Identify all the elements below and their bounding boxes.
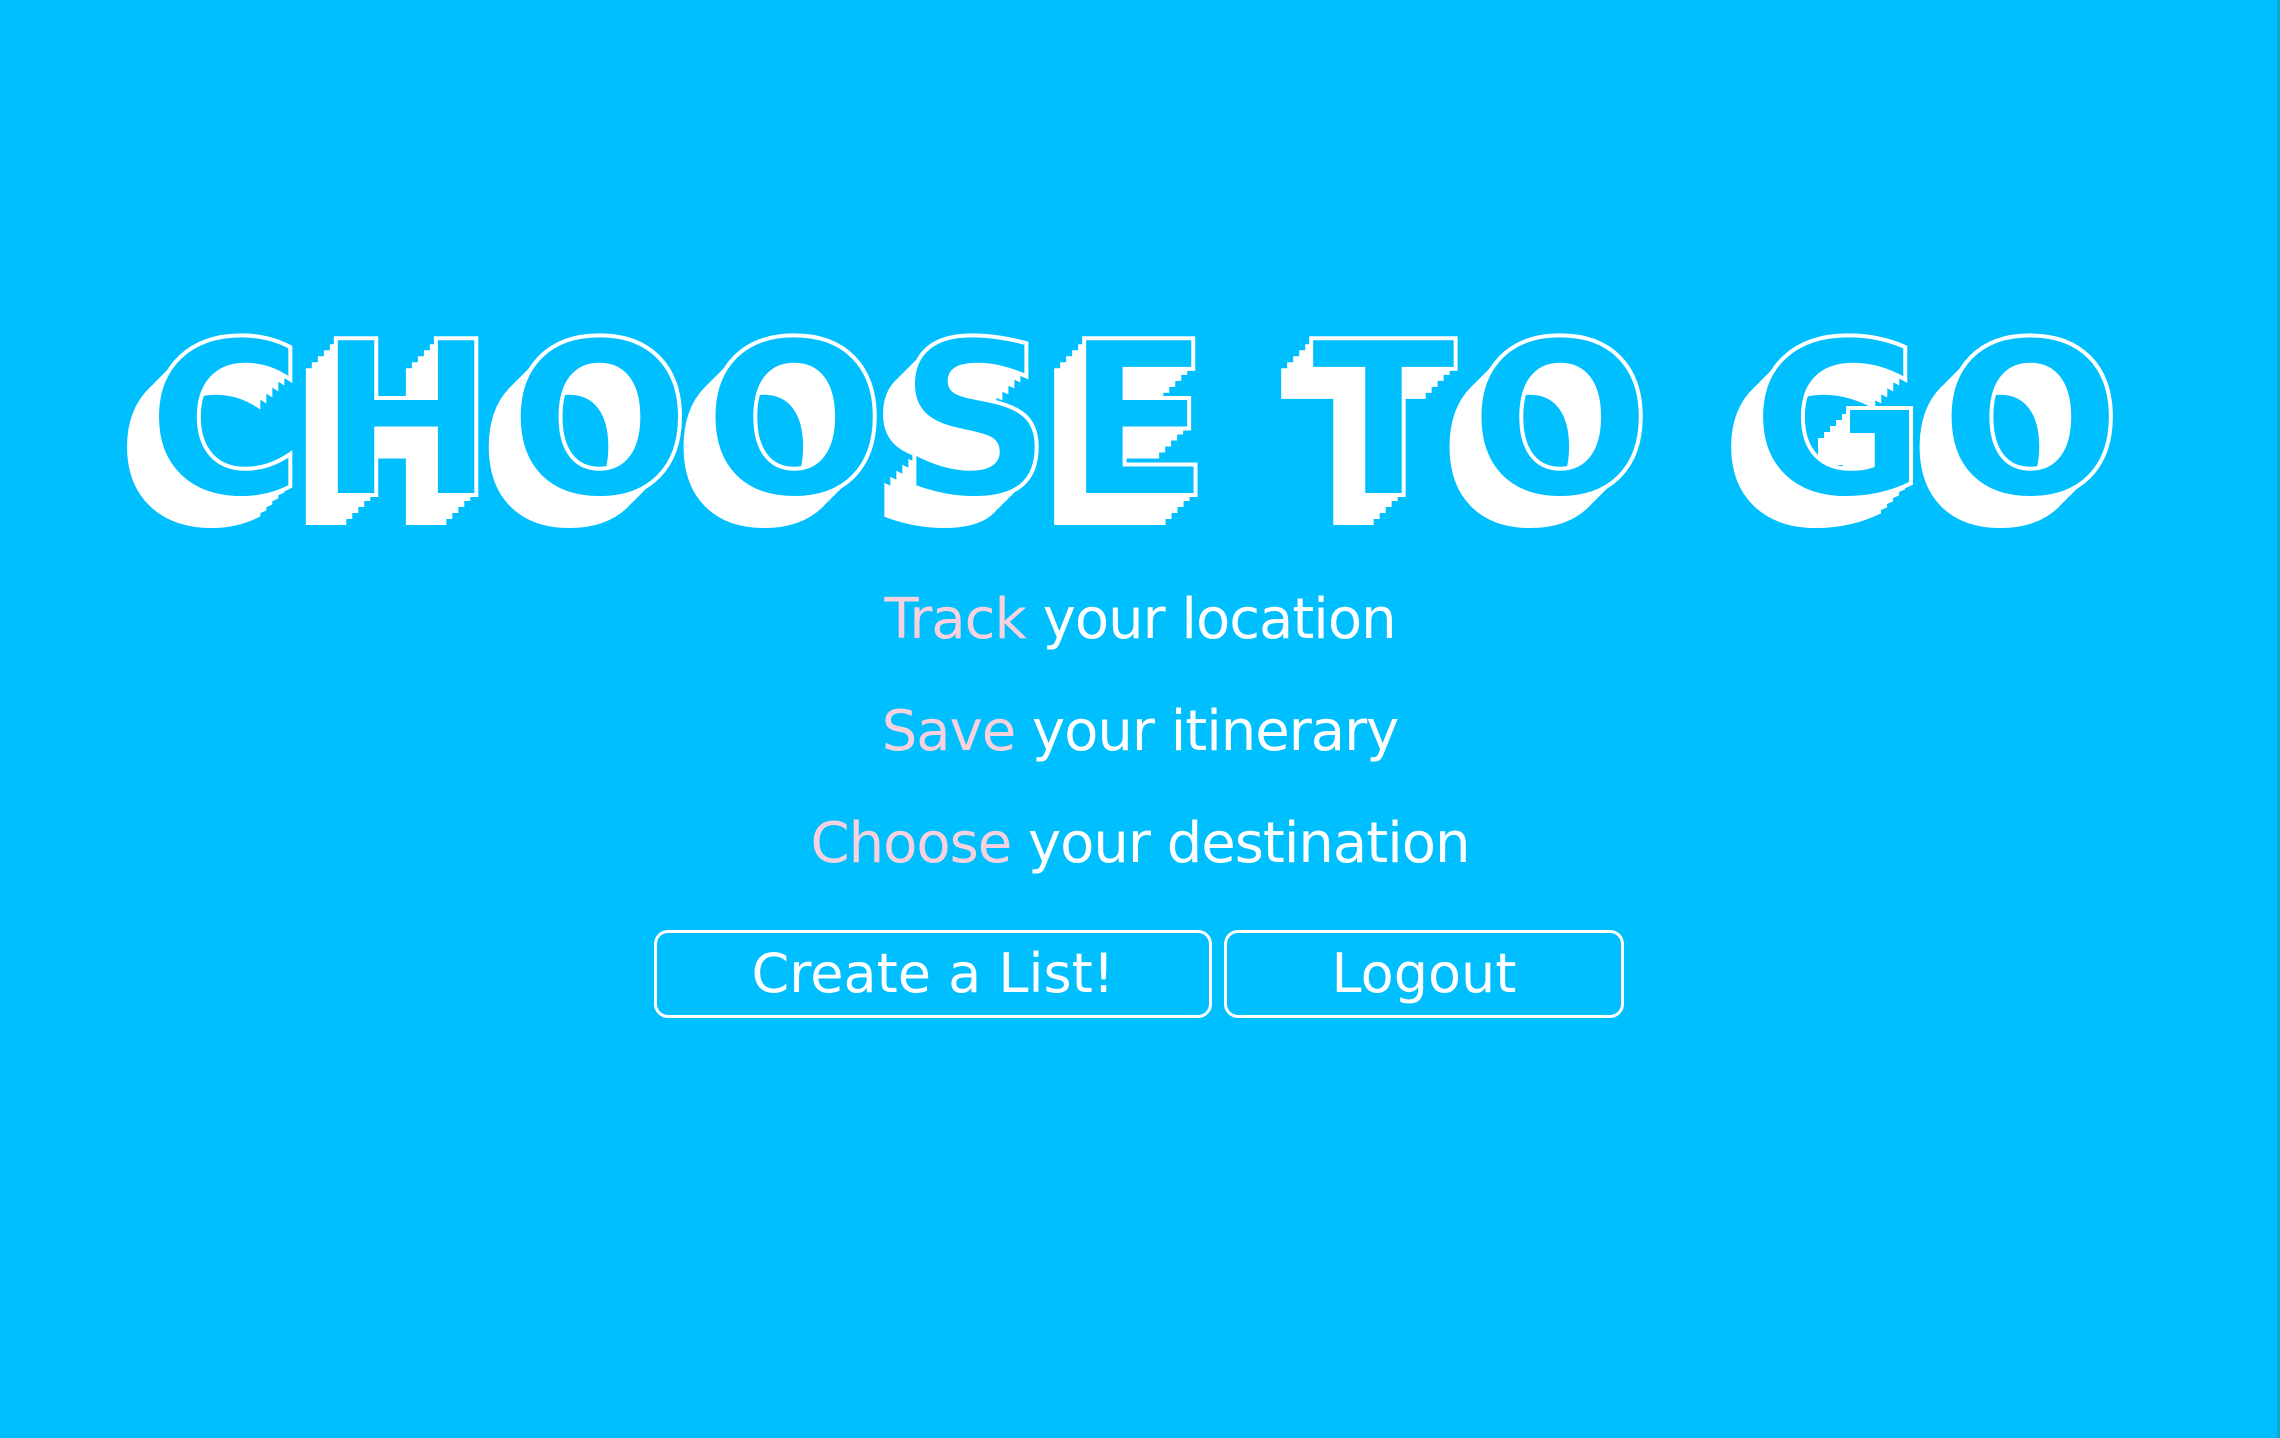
tagline-save: Save your itinerary: [0, 692, 2280, 804]
tagline-highlight: Choose: [810, 811, 1012, 876]
tagline-choose: Choose your destination: [0, 804, 2280, 916]
tagline-track: Track your location: [0, 580, 2280, 692]
tagline-list: Track your location Save your itinerary …: [0, 580, 2280, 916]
tagline-rest: your location: [1025, 587, 1397, 652]
tagline-highlight: Save: [881, 699, 1016, 764]
title-face: CHOOSE TO GO: [146, 310, 2133, 546]
action-buttons: Create a List! Logout: [654, 930, 1624, 1018]
tagline-rest: your destination: [1011, 811, 1471, 876]
tagline-highlight: Track: [884, 587, 1027, 652]
create-list-button[interactable]: Create a List!: [654, 930, 1212, 1018]
tagline-rest: your itinerary: [1015, 699, 1399, 764]
app-title: CHOOSE TO GO CHOOSE TO GO CHOOSE TO GO C…: [0, 310, 2280, 570]
logout-button[interactable]: Logout: [1224, 930, 1624, 1018]
